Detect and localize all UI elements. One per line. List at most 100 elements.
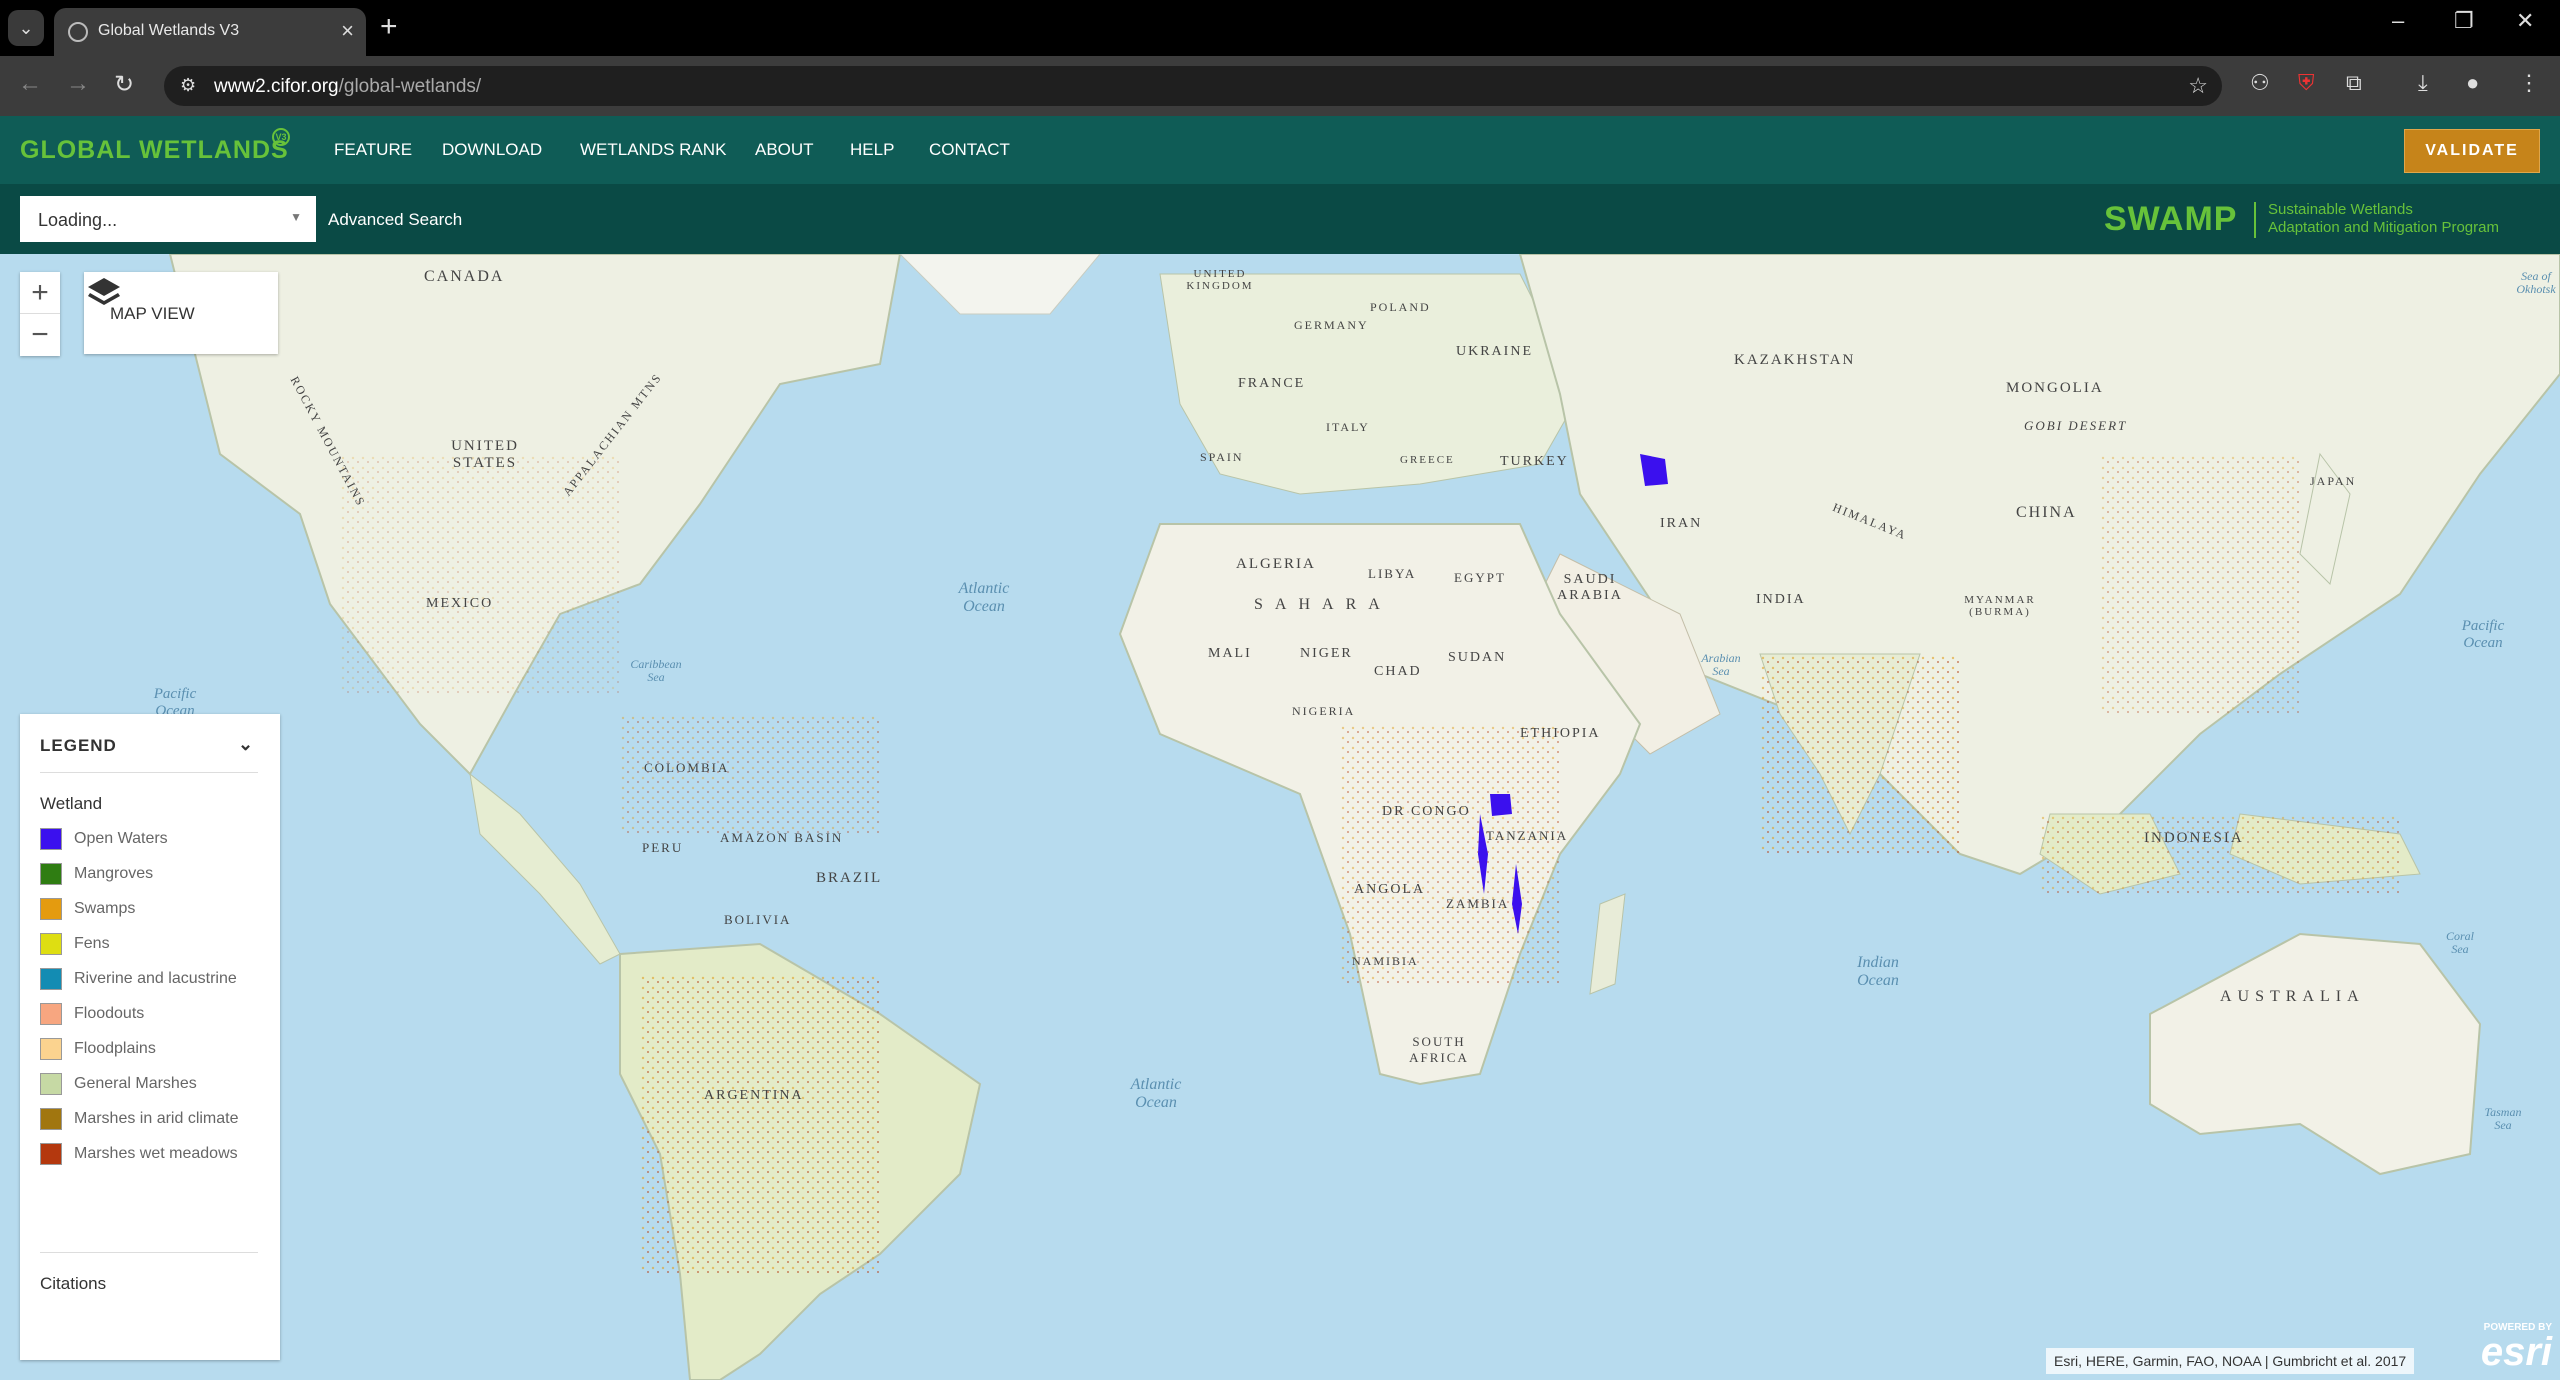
map-label-peru: PERU: [642, 840, 684, 855]
legend-swatch: [40, 1038, 62, 1060]
url-text: www2.cifor.org/global-wetlands/: [214, 76, 482, 97]
legend-item: Floodplains: [40, 1036, 270, 1061]
world-map[interactable]: CANADA UNITED STATES MEXICO COLOMBIA PER…: [0, 254, 2560, 1380]
ocean-label-tasman: Tasman Sea: [2484, 1105, 2522, 1133]
map-label-niger: NIGER: [1300, 646, 1353, 661]
map-label-indonesia: INDONESIA: [2144, 830, 2244, 846]
map-view-button[interactable]: MAP VIEW: [84, 272, 278, 354]
map-label-algeria: ALGERIA: [1236, 556, 1316, 572]
zoom-out-button[interactable]: −: [20, 314, 60, 356]
map-label-sudan: SUDAN: [1448, 650, 1507, 665]
legend-swatch: [40, 863, 62, 885]
ocean-label-indian: Indian Ocean: [1857, 954, 1899, 989]
more-menu-icon[interactable]: ⋮: [2518, 70, 2540, 96]
legend-item: Marshes in arid climate: [40, 1106, 270, 1131]
map-label-turkey: TURKEY: [1500, 454, 1569, 469]
ocean-label-atlantic-north: Atlantic Ocean: [958, 580, 1010, 615]
site-info-icon[interactable]: ⚙: [180, 75, 196, 96]
map-label-spain: SPAIN: [1200, 450, 1244, 464]
search-select-value: Loading...: [38, 210, 118, 230]
nav-contact[interactable]: CONTACT: [929, 140, 1010, 160]
legend-swatch: [40, 1108, 62, 1130]
profile-avatar[interactable]: ●: [2466, 70, 2479, 96]
map-label-dr-congo: DR CONGO: [1382, 804, 1471, 819]
reload-icon[interactable]: ↻: [114, 70, 134, 99]
map-label-colombia: COLOMBIA: [644, 760, 730, 775]
close-window-icon[interactable]: ✕: [2516, 8, 2534, 34]
site-logo[interactable]: GLOBAL WETLANDS: [20, 136, 289, 165]
legend-divider: [40, 1252, 258, 1253]
map-label-germany: GERMANY: [1294, 318, 1369, 332]
map-label-argentina: ARGENTINA: [704, 1088, 804, 1103]
map-label-mexico: MEXICO: [426, 596, 494, 611]
legend-swatch: [40, 968, 62, 990]
map-label-zambia: ZAMBIA: [1446, 896, 1510, 911]
map-attribution: Esri, HERE, Garmin, FAO, NOAA | Gumbrich…: [2046, 1348, 2415, 1374]
location-search-select[interactable]: Loading... ▼: [20, 196, 316, 242]
browser-toolbar: ← → ↻ ⚙ www2.cifor.org/global-wetlands/ …: [0, 56, 2560, 116]
citations-link[interactable]: Citations: [40, 1274, 106, 1294]
zoom-in-button[interactable]: +: [20, 272, 60, 314]
zoom-control: + −: [20, 272, 60, 356]
ocean-label-okhotsk: Sea of Okhotsk: [2516, 269, 2556, 297]
map-label-united-states: UNITED STATES: [451, 438, 519, 471]
map-label-saudi-arabia: SAUDI ARABIA: [1557, 572, 1623, 603]
map-label-mali: MALI: [1208, 646, 1252, 661]
swamp-divider: [2254, 202, 2256, 238]
legend-item: Fens: [40, 931, 270, 956]
address-bar[interactable]: ⚙ www2.cifor.org/global-wetlands/ ☆: [164, 66, 2222, 106]
ocean-label-pacific-east: Pacific Ocean: [2461, 618, 2505, 651]
map-label-kazakhstan: KAZAKHSTAN: [1734, 352, 1856, 368]
forward-icon[interactable]: →: [66, 70, 90, 98]
validate-button[interactable]: VALIDATE: [2404, 129, 2540, 173]
back-icon[interactable]: ←: [18, 70, 42, 98]
nav-download[interactable]: DOWNLOAD: [442, 140, 542, 160]
bookmark-star-icon[interactable]: ☆: [2188, 73, 2208, 99]
map-label-brazil: BRAZIL: [816, 870, 883, 886]
swamp-logo: SWAMP: [2104, 200, 2238, 238]
legend-group-title: Wetland: [40, 794, 103, 813]
browser-tab[interactable]: Global Wetlands V3 ×: [54, 8, 366, 56]
ocean-label-atlantic-south: Atlantic Ocean: [1130, 1076, 1182, 1111]
tab-title: Global Wetlands V3: [98, 22, 240, 39]
legend-panel: LEGEND ⌄ Wetland Open Waters Mangroves S…: [20, 714, 280, 1360]
legend-item: Mangroves: [40, 861, 270, 886]
chevron-down-icon[interactable]: ⌄: [238, 734, 253, 755]
legend-swatch: [40, 898, 62, 920]
map-label-ethiopia: ETHIOPIA: [1520, 726, 1601, 741]
esri-logo[interactable]: POWERED BY esri: [2468, 1322, 2552, 1376]
advanced-search-link[interactable]: Advanced Search: [328, 210, 462, 230]
browser-tabstrip: ⌄ Global Wetlands V3 × + – ❐ ✕: [0, 0, 2560, 56]
ocean-label-arabian: Arabian Sea: [1701, 651, 1741, 679]
legend-title: LEGEND: [40, 736, 117, 755]
map-label-australia: AUSTRALIA: [2220, 988, 2365, 1005]
map-label-chad: CHAD: [1374, 664, 1422, 679]
extension-icon[interactable]: ⚇: [2250, 70, 2270, 96]
legend-swatch: [40, 933, 62, 955]
nav-wetlands-rank[interactable]: WETLANDS RANK: [580, 140, 726, 160]
legend-item: Marshes wet meadows: [40, 1141, 270, 1166]
minimize-icon[interactable]: –: [2392, 8, 2404, 34]
layers-icon: [88, 278, 120, 305]
swamp-subtitle: Sustainable Wetlands Adaptation and Mitig…: [2268, 201, 2499, 236]
ublock-icon[interactable]: ⛨: [2298, 70, 2315, 96]
map-label-poland: POLAND: [1370, 300, 1431, 314]
legend-item: Open Waters: [40, 826, 270, 851]
map-label-united-kingdom: UNITED KINGDOM: [1186, 268, 1254, 292]
legend-item: Floodouts: [40, 1001, 270, 1026]
nav-help[interactable]: HELP: [850, 140, 894, 160]
puzzle-icon[interactable]: ⧉: [2346, 70, 2362, 96]
new-tab-button[interactable]: +: [380, 10, 398, 44]
nav-about[interactable]: ABOUT: [755, 140, 814, 160]
basemap-land: [168, 254, 2560, 1380]
nav-feature[interactable]: FEATURE: [334, 140, 412, 160]
tab-search-button[interactable]: ⌄: [8, 10, 44, 46]
map-label-mongolia: MONGOLIA: [2006, 380, 2104, 396]
map-label-japan: JAPAN: [2310, 474, 2357, 488]
map-label-libya: LIBYA: [1368, 566, 1417, 581]
app-header: GLOBAL WETLANDS V3 FEATURE DOWNLOAD WETL…: [0, 116, 2560, 184]
download-icon[interactable]: ⤓: [2418, 70, 2428, 96]
close-tab-icon[interactable]: ×: [341, 18, 354, 44]
restore-icon[interactable]: ❐: [2454, 8, 2474, 34]
legend-item: Riverine and lacustrine: [40, 966, 270, 991]
